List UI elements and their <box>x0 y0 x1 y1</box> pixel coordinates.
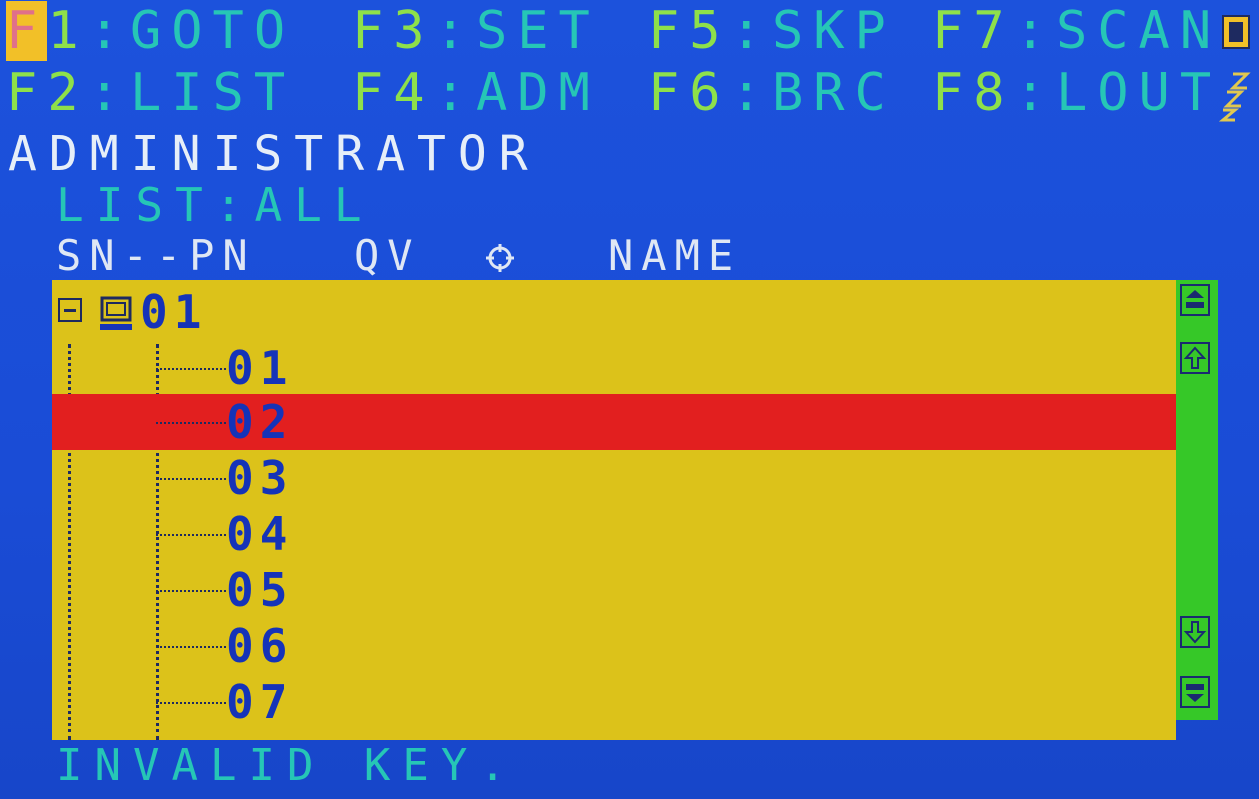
port-row[interactable]: 05 <box>52 562 1176 618</box>
port-label: 05 <box>226 563 294 617</box>
arrow-up-icon <box>1183 346 1207 369</box>
sleep-icon <box>1219 72 1251 122</box>
port-label: 07 <box>226 675 294 729</box>
port-label: 04 <box>226 507 294 561</box>
f5-label: SKP <box>771 1 896 61</box>
f2-key: F2 <box>6 63 89 123</box>
tree-node-row[interactable]: 01 <box>52 284 452 340</box>
page-up-icon <box>1186 290 1204 308</box>
arrow-down-icon <box>1183 621 1207 644</box>
port-row[interactable]: 01 <box>52 340 1176 396</box>
f4-key: F4 <box>352 63 435 123</box>
f4-label: ADM <box>475 63 600 123</box>
port-row[interactable]: 03 <box>52 450 1176 506</box>
f8-sep: : <box>1014 63 1056 123</box>
port-row-selected[interactable]: 02 <box>52 394 1176 450</box>
port-label: 01 <box>226 341 294 395</box>
f3-set-hotkey[interactable]: F3:SET <box>352 0 600 62</box>
port-label: 02 <box>226 395 294 449</box>
f6-brc-hotkey[interactable]: F6:BRC <box>648 62 896 124</box>
f3-label: SET <box>475 1 600 61</box>
tree-connector <box>156 368 226 370</box>
f2-sep: : <box>88 63 130 123</box>
f5-skp-hotkey[interactable]: F5:SKP <box>648 0 896 62</box>
f7-sep: : <box>1014 1 1056 61</box>
f5-sep: : <box>730 1 772 61</box>
scroll-bottom-button[interactable] <box>1180 676 1210 708</box>
f3-key: F3 <box>352 1 435 61</box>
tree-connector <box>156 646 226 648</box>
f6-key: F6 <box>648 63 731 123</box>
f8-key: F8 <box>932 63 1015 123</box>
f2-list-hotkey[interactable]: F2:LIST <box>6 62 295 124</box>
computer-icon <box>100 296 132 330</box>
f1-key: F1 <box>6 1 89 61</box>
f2-label: LIST <box>129 63 296 123</box>
port-list: 01 01 02 03 04 05 06 07 <box>52 280 1176 740</box>
port-row[interactable]: 04 <box>52 506 1176 562</box>
osd-screen: F1:GOTO F3:SET F5:SKP F7:SCAN F2:LIST F4… <box>0 0 1259 799</box>
port-label: 03 <box>226 451 294 505</box>
header-qv: QV <box>354 231 421 280</box>
f6-label: BRC <box>771 63 896 123</box>
f1-label: GOTO <box>129 1 296 61</box>
tree-connector <box>156 702 226 704</box>
f1-key-rest: 1 <box>47 1 89 61</box>
scroll-down-button[interactable] <box>1180 616 1210 648</box>
port-label: 06 <box>226 619 294 673</box>
hotkey-row-1: F1:GOTO F3:SET F5:SKP F7:SCAN <box>0 0 1259 62</box>
f4-adm-hotkey[interactable]: F4:ADM <box>352 62 600 124</box>
scan-icon <box>1222 15 1250 49</box>
node-label: 01 <box>140 285 208 339</box>
page-title: ADMINISTRATOR <box>8 126 540 182</box>
status-message: INVALID KEY. <box>56 740 518 791</box>
tree-connector <box>156 478 226 480</box>
scroll-up-button[interactable] <box>1180 342 1210 374</box>
f6-sep: : <box>730 63 772 123</box>
f8-label: LOUT <box>1055 63 1222 123</box>
f3-sep: : <box>434 1 476 61</box>
collapse-icon[interactable] <box>58 298 82 322</box>
scrollbar[interactable] <box>1176 280 1218 720</box>
f1-sep: : <box>88 1 130 61</box>
column-header: SN--PN QV NAME <box>56 228 956 284</box>
f8-lout-hotkey[interactable]: F8:LOUT <box>932 62 1221 124</box>
f7-key: F7 <box>932 1 1015 61</box>
tree-connector <box>156 422 226 424</box>
f1-goto-hotkey[interactable]: F1:GOTO <box>6 0 295 62</box>
header-name: NAME <box>608 231 742 280</box>
tree-connector <box>156 534 226 536</box>
scroll-top-button[interactable] <box>1180 284 1210 316</box>
f7-scan-hotkey[interactable]: F7:SCAN <box>932 0 1221 62</box>
f5-key: F5 <box>648 1 731 61</box>
port-row[interactable]: 07 <box>52 674 1176 730</box>
f7-label: SCAN <box>1055 1 1222 61</box>
hotkey-row-2: F2:LIST F4:ADM F6:BRC F8:LOUT <box>0 62 1259 124</box>
cursor-highlight: F <box>6 1 48 61</box>
page-down-icon <box>1186 684 1204 702</box>
f4-sep: : <box>434 63 476 123</box>
header-sn-pn: SN--PN <box>56 231 256 280</box>
port-row[interactable]: 06 <box>52 618 1176 674</box>
list-filter[interactable]: LIST:ALL <box>56 176 374 234</box>
tree-connector <box>156 590 226 592</box>
